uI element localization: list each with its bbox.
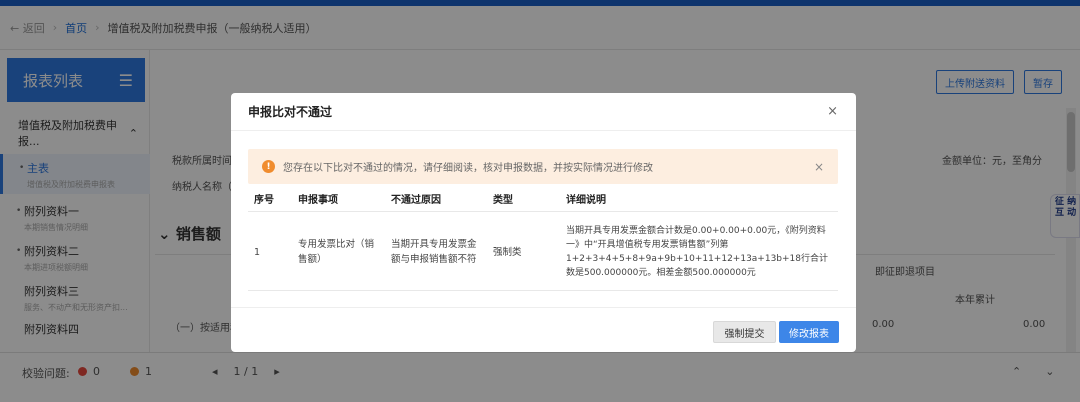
declaration-item: 专用发票比对（销售额） [298, 239, 375, 265]
row-number: 1 [254, 246, 261, 258]
rule-type: 强制类 [493, 246, 522, 258]
column-header: 详细说明 [566, 194, 606, 206]
dialog-header: 申报比对不通过 × [231, 93, 856, 131]
failure-reason: 当期开具专用发票金额与申报销售额不符 [391, 239, 477, 265]
close-icon[interactable]: × [827, 104, 838, 119]
force-submit-button[interactable]: 强制提交 [713, 321, 776, 343]
close-icon[interactable]: × [814, 160, 824, 174]
alert-message: 您存在以下比对不通过的情况，请仔细阅读，核对申报数据，并按实际情况进行修改 [283, 163, 653, 174]
table-row: 1 专用发票比对（销售额） 当期开具专用发票金额与申报销售额不符 强制类 当期开… [248, 213, 838, 291]
exclamation-icon: ! [262, 160, 275, 173]
column-header: 序号 [254, 194, 274, 206]
column-header: 类型 [493, 194, 513, 206]
column-header: 不通过原因 [391, 194, 441, 206]
column-header: 申报事项 [298, 194, 338, 206]
modify-report-button[interactable]: 修改报表 [779, 321, 839, 343]
warning-alert: ! 您存在以下比对不通过的情况，请仔细阅读，核对申报数据，并按实际情况进行修改 … [248, 149, 838, 184]
dialog-footer: 强制提交 修改报表 [231, 307, 856, 352]
comparison-failed-dialog: 申报比对不通过 × ! 您存在以下比对不通过的情况，请仔细阅读，核对申报数据，并… [231, 93, 856, 352]
table-header: 序号 申报事项 不通过原因 类型 详细说明 [248, 188, 838, 212]
detail-description: 当期开具专用发票金额合计数是0.00+0.00+0.00元，《附列资料一》中“开… [566, 226, 829, 278]
dialog-title: 申报比对不通过 [248, 105, 333, 119]
